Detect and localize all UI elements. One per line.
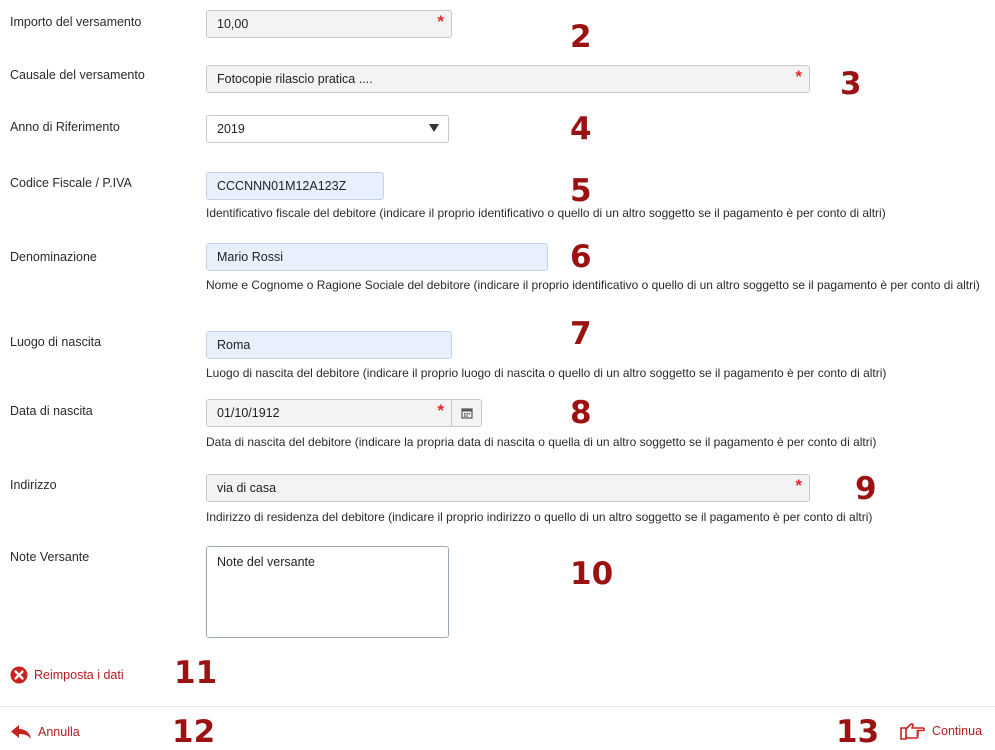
anno-value: 2019 [217, 122, 245, 136]
continue-button[interactable]: Continua [900, 722, 982, 740]
label-luogo-nascita: Luogo di nascita [10, 335, 102, 349]
causale-value: Fotocopie rilascio pratica .... [217, 72, 373, 86]
codice-fiscale-value: CCCNNN01M12A123Z [217, 179, 347, 193]
label-note: Note Versante [10, 550, 90, 564]
reset-label: Reimposta i dati [34, 668, 124, 682]
indirizzo-help: Indirizzo di residenza del debitore (ind… [206, 510, 873, 524]
calendar-icon[interactable] [451, 400, 481, 426]
annotation-3: 3 [840, 66, 862, 102]
codice-fiscale-help: Identificativo fiscale del debitore (ind… [206, 206, 886, 220]
required-mark: * [437, 401, 444, 420]
reset-circle-x-icon [10, 666, 28, 684]
reset-button[interactable]: Reimposta i dati [10, 666, 124, 684]
footer-divider [0, 706, 995, 707]
label-denominazione: Denominazione [10, 250, 97, 264]
label-indirizzo: Indirizzo [10, 478, 57, 492]
label-importo: Importo del versamento [10, 15, 142, 29]
chevron-down-icon [429, 124, 439, 132]
label-causale: Causale del versamento [10, 68, 145, 82]
label-codice-fiscale: Codice Fiscale / P.IVA [10, 176, 132, 190]
luogo-nascita-value: Roma [217, 338, 251, 352]
luogo-nascita-input[interactable]: Roma [206, 331, 452, 359]
annotation-9: 9 [855, 471, 877, 507]
denominazione-value: Mario Rossi [217, 250, 283, 264]
annotation-11: 11 [174, 655, 218, 691]
annotation-8: 8 [570, 395, 592, 431]
label-anno: Anno di Riferimento [10, 120, 120, 134]
importo-value: 10,00 [217, 17, 249, 31]
required-mark: * [795, 67, 802, 86]
data-nascita-input[interactable]: 01/10/1912 * [206, 399, 482, 427]
indirizzo-input[interactable]: via di casa * [206, 474, 810, 502]
cancel-button[interactable]: Annulla [10, 724, 80, 740]
annotation-7: 7 [570, 316, 592, 352]
annotation-12: 12 [172, 714, 216, 750]
luogo-nascita-help: Luogo di nascita del debitore (indicare … [206, 366, 887, 380]
annotation-4: 4 [570, 111, 592, 147]
data-nascita-value: 01/10/1912 [217, 406, 280, 420]
annotation-13: 13 [836, 714, 880, 750]
note-textarea[interactable]: Note del versante [206, 546, 449, 638]
required-mark: * [795, 476, 802, 495]
annotation-5: 5 [570, 173, 592, 209]
continue-label: Continua [932, 724, 983, 738]
cancel-label: Annulla [38, 725, 80, 739]
pointing-hand-icon [900, 723, 925, 740]
indirizzo-value: via di casa [217, 481, 277, 495]
anno-select[interactable]: 2019 [206, 115, 449, 143]
importo-input[interactable]: 10,00 * [206, 10, 452, 38]
denominazione-help: Nome e Cognome o Ragione Sociale del deb… [206, 278, 980, 292]
codice-fiscale-input[interactable]: CCCNNN01M12A123Z [206, 172, 384, 200]
annotation-6: 6 [570, 239, 592, 275]
annotation-2: 2 [570, 19, 592, 55]
data-nascita-help: Data di nascita del debitore (indicare l… [206, 435, 877, 449]
annotation-10: 10 [570, 556, 614, 592]
required-mark: * [437, 12, 444, 31]
label-data-nascita: Data di nascita [10, 404, 93, 418]
denominazione-input[interactable]: Mario Rossi [206, 243, 548, 271]
back-arrow-icon [11, 725, 31, 739]
causale-input[interactable]: Fotocopie rilascio pratica .... * [206, 65, 810, 93]
